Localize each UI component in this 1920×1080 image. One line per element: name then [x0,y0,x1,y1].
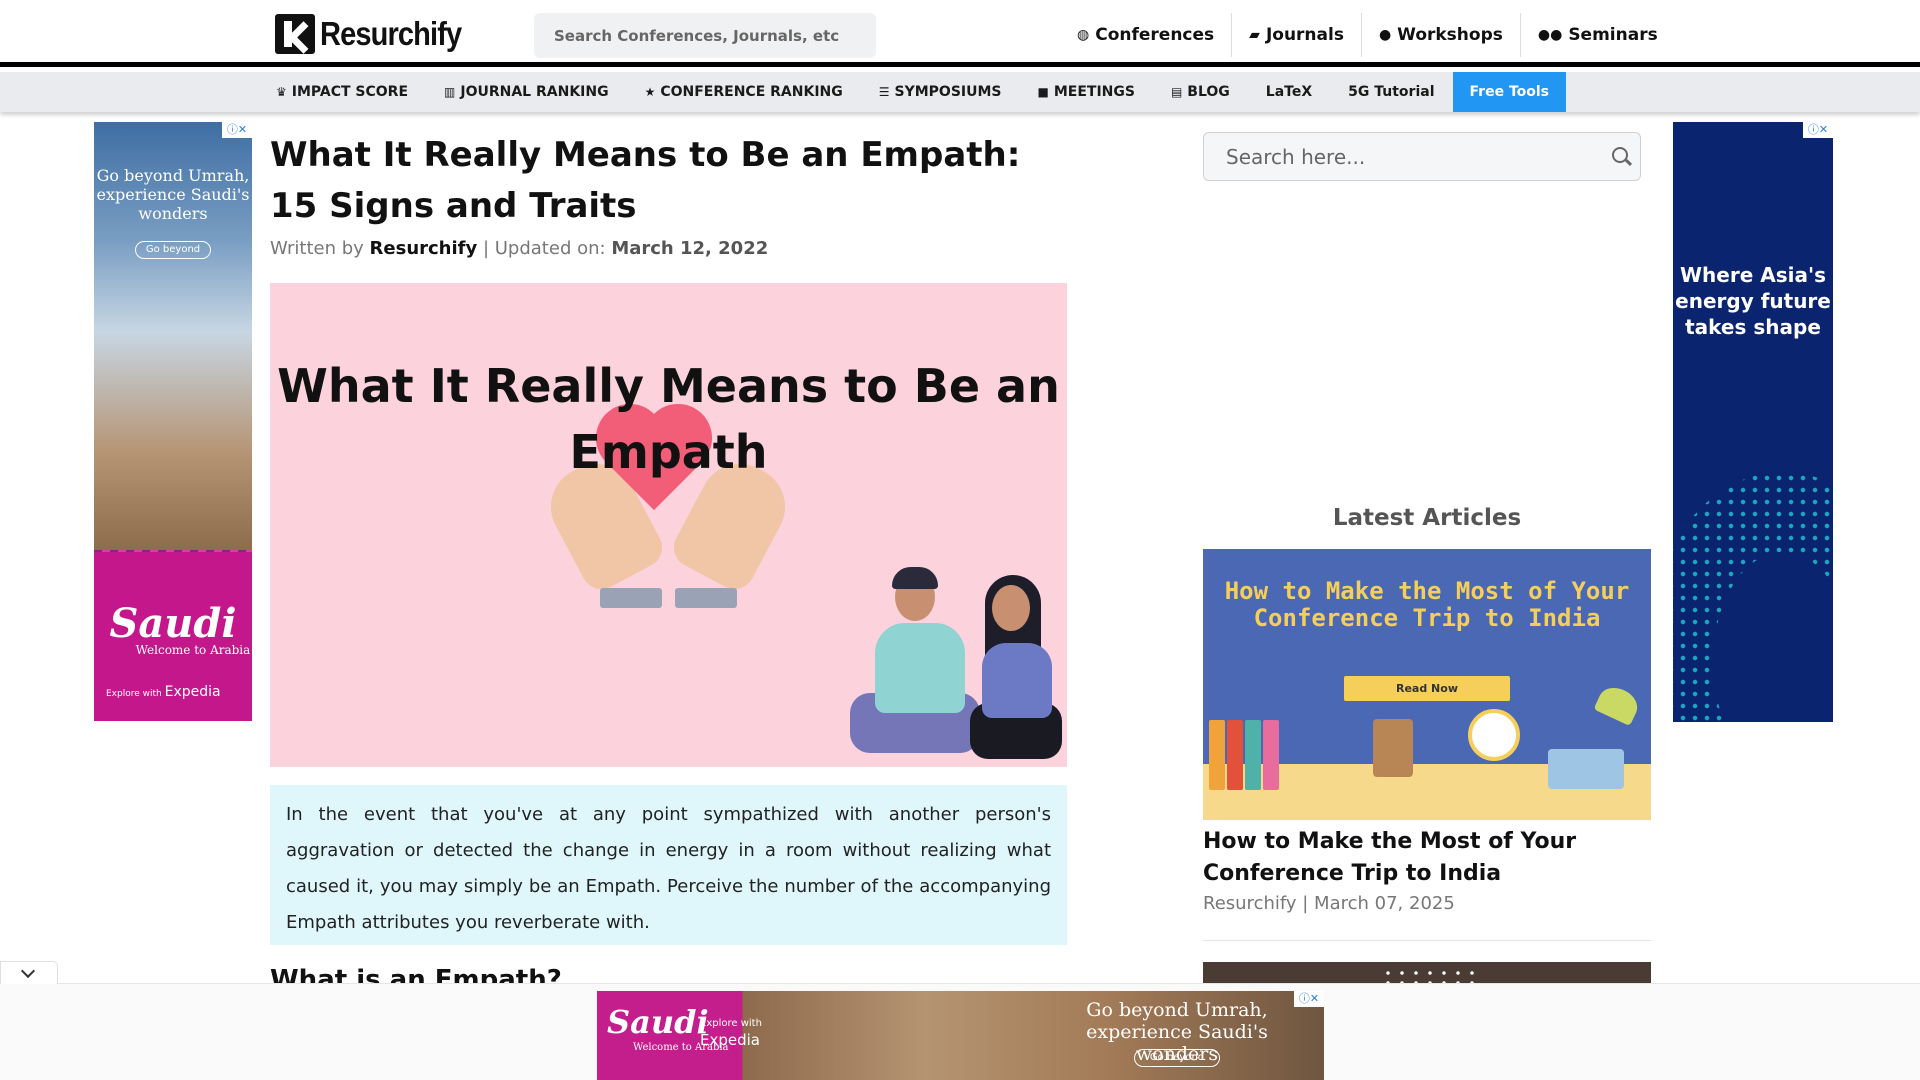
subnav-latex[interactable]: LaTeX [1248,72,1330,112]
book-icon: ▰ [1249,27,1260,43]
person-illustration [982,643,1052,718]
subnav-label: BLOG [1187,84,1230,100]
ad-brand: Saudi [607,1003,709,1041]
ad-explore-label: Explore with [106,689,162,699]
calculator-illustration [1548,749,1624,789]
byline-label: Written by [270,238,364,259]
subnav-label: SYMPOSIUMS [894,84,1002,100]
ad-cta-button[interactable]: Go beyond [135,241,211,259]
briefcase-icon: ■ [1037,85,1049,99]
divider [1203,940,1651,941]
nav-workshops[interactable]: ● Workshops [1362,13,1521,57]
person-illustration [992,585,1030,631]
globe-icon: ◍ [1077,27,1090,43]
sidebar-search-input[interactable]: Search here... [1203,132,1641,181]
user-icon: ● [1378,27,1392,43]
list-icon: ☰ [878,85,890,99]
card-image-title: How to Make the Most of Your Conference … [1224,577,1630,632]
subnav-5g-tutorial[interactable]: 5G Tutorial [1330,72,1452,112]
ad-partner-name: Expedia [164,684,221,700]
trophy-icon: ♛ [276,85,287,99]
ad-close-icon[interactable]: ⓘ✕ [1803,122,1833,138]
ad-cta-button[interactable]: Go beyond [1134,1049,1220,1067]
chevron-down-icon [20,963,36,979]
top-nav: ◍ Conferences ▰ Journals ● Workshops ●● … [1060,13,1675,57]
article-title: What It Really Means to Be an Empath: 15… [270,135,1021,226]
collapse-ad-toggle[interactable] [0,961,58,984]
bottom-ad-banner[interactable]: Saudi Welcome to Arabia Explore with Exp… [597,991,1324,1080]
subnav-label: CONFERENCE RANKING [660,84,843,100]
nav-label: Journals [1265,25,1344,45]
search-placeholder: Search here... [1226,145,1366,169]
left-ad-banner[interactable]: Go beyond Umrah, experience Saudi's wond… [94,122,252,721]
article-hero-image: What It Really Means to Be an Empath [270,283,1067,767]
site-logo[interactable]: Resurchify [275,14,481,54]
book-illustration [1263,720,1279,790]
secondary-nav: ♛ IMPACT SCORE ▥ JOURNAL RANKING ★ CONFEREN… [0,72,1920,112]
newspaper-icon: ▤ [1170,85,1183,99]
article-card-meta: Resurchify | March 07, 2025 [1203,893,1455,914]
cuff-illustration [600,588,662,608]
article-card-title[interactable]: How to Make the Most of Your Conference … [1203,826,1651,890]
byline-updated-label: | Updated on: [482,238,606,259]
subnav-journal-ranking[interactable]: ▥ JOURNAL RANKING [426,72,627,112]
subnav-label: LaTeX [1265,84,1313,100]
book-illustration [1245,720,1261,790]
read-now-button[interactable]: Read Now [1344,676,1510,701]
subnav-free-tools[interactable]: Free Tools [1452,72,1567,112]
right-ad-banner[interactable]: Where Asia's energy future takes shape ⓘ… [1673,122,1833,722]
hero-title: What It Really Means to Be an Empath [277,359,1060,479]
lamp-illustration [1593,681,1643,727]
mug-illustration [1373,719,1413,777]
subnav-blog[interactable]: ▤ BLOG [1153,72,1248,112]
ad-explore-label: Explore with [700,1018,762,1029]
subnav-label: Free Tools [1469,84,1550,100]
subnav-meetings[interactable]: ■ MEETINGS [1020,72,1153,112]
byline-date: March 12, 2022 [611,238,769,259]
logo-mark-icon [275,14,315,54]
users-icon: ●● [1537,27,1563,43]
subnav-label: 5G Tutorial [1348,84,1435,100]
top-header: Resurchify Search Conferences, Journals,… [0,0,1920,67]
subnav-conference-ranking[interactable]: ★ CONFERENCE RANKING [627,72,861,112]
ad-brand: Saudi [109,600,237,647]
subnav-label: JOURNAL RANKING [460,84,609,100]
cuff-illustration [675,588,737,608]
ad-close-icon[interactable]: ⓘ✕ [1294,991,1324,1007]
nav-label: Conferences [1095,25,1215,45]
subnav-label: MEETINGS [1053,84,1135,100]
book-illustration [1209,720,1225,790]
ad-copy: Where Asia's energy future takes shape [1675,263,1831,339]
search-icon[interactable] [1612,147,1628,163]
star-icon: ★ [644,85,656,99]
ad-partner: Expedia [700,1031,760,1049]
nav-journals[interactable]: ▰ Journals [1232,13,1362,57]
person-illustration [892,567,938,589]
subnav-label: IMPACT SCORE [291,84,409,100]
person-illustration [875,623,965,713]
logo-text: Resurchify [320,15,462,52]
nav-conferences[interactable]: ◍ Conferences [1060,13,1233,57]
book-illustration [1227,720,1243,790]
article: What It Really Means to Be an Empath: 15… [270,130,1067,995]
subnav-impact-score[interactable]: ♛ IMPACT SCORE [258,72,426,112]
clock-icon [1468,709,1520,761]
nav-seminars[interactable]: ●● Seminars [1521,13,1675,57]
subnav-symposiums[interactable]: ☰ SYMPOSIUMS [861,72,1020,112]
latest-articles-heading: Latest Articles [1332,505,1522,531]
article-byline: Written by Resurchify | Updated on: Marc… [270,238,1067,259]
nav-label: Seminars [1568,25,1658,45]
ad-close-icon[interactable]: ⓘ✕ [222,122,252,138]
ad-partner: Explore with Expedia [106,684,221,700]
header-search-input[interactable]: Search Conferences, Journals, etc [534,13,876,58]
nav-label: Workshops [1397,25,1503,45]
byline-author[interactable]: Resurchify [370,238,478,259]
ad-copy: Go beyond Umrah, experience Saudi's wond… [96,166,250,223]
article-intro: In the event that you've at any point sy… [270,785,1067,945]
article-card-image[interactable]: How to Make the Most of Your Conference … [1203,549,1651,820]
ad-tagline: Welcome to Arabia [135,643,251,657]
bar-chart-icon: ▥ [444,85,456,99]
